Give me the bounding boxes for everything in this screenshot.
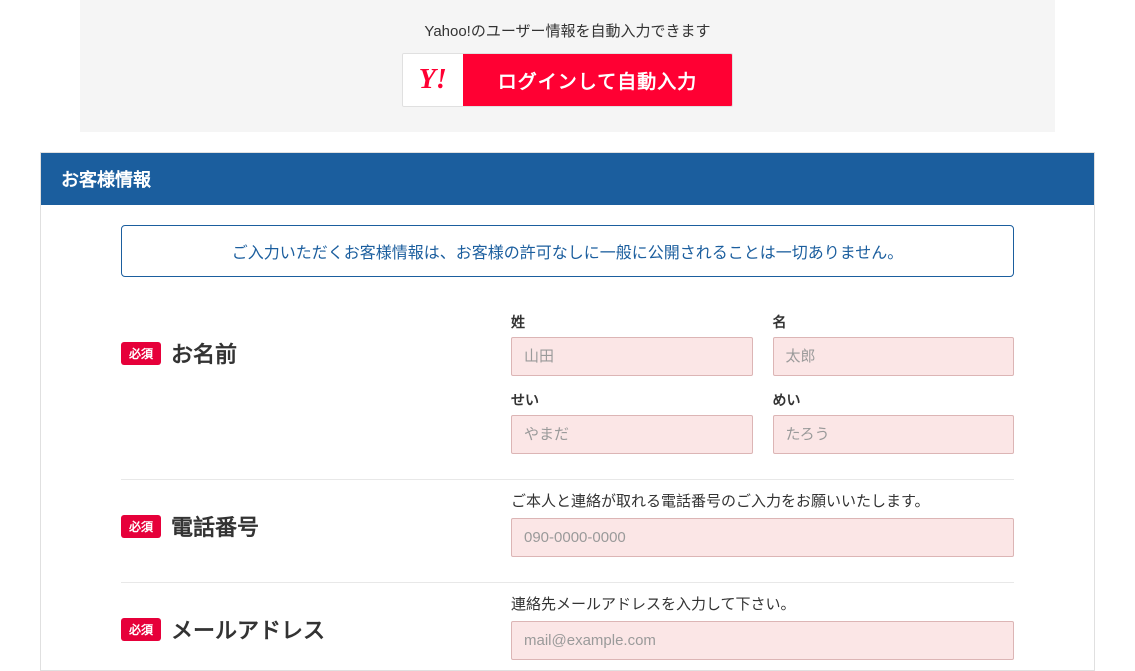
- first-kana-input[interactable]: [773, 415, 1015, 454]
- email-input-col: 連絡先メールアドレスを入力して下さい。: [511, 593, 1014, 660]
- last-kana-sublabel: せい: [511, 390, 753, 410]
- form-body: ご入力いただくお客様情報は、お客様の許可なしに一般に公開されることは一切ありませ…: [41, 205, 1094, 670]
- customer-info-form: お客様情報 ご入力いただくお客様情報は、お客様の許可なしに一般に公開されることは…: [40, 152, 1095, 671]
- required-badge: 必須: [121, 618, 161, 641]
- yahoo-logo-icon: Y!: [403, 54, 463, 106]
- phone-label-col: 必須 電話番号: [121, 490, 511, 542]
- email-label-col: 必須 メールアドレス: [121, 593, 511, 645]
- kanji-name-row: 姓 名: [511, 312, 1014, 376]
- required-badge: 必須: [121, 515, 161, 538]
- phone-label: 電話番号: [171, 510, 259, 542]
- name-label-col: 必須 お名前: [121, 312, 511, 369]
- name-row: 必須 お名前 姓 名 せい: [121, 302, 1014, 480]
- yahoo-button-wrapper: Y! ログインして自動入力: [402, 53, 733, 107]
- last-name-input[interactable]: [511, 337, 753, 376]
- first-kana-sublabel: めい: [773, 390, 1015, 410]
- phone-help-text: ご本人と連絡が取れる電話番号のご入力をお願いいたします。: [511, 490, 1014, 511]
- kana-name-row: せい めい: [511, 390, 1014, 454]
- first-kana-group: めい: [773, 390, 1015, 454]
- last-name-sublabel: 姓: [511, 312, 753, 332]
- phone-input[interactable]: [511, 518, 1014, 557]
- first-name-sublabel: 名: [773, 312, 1015, 332]
- email-label: メールアドレス: [171, 613, 325, 645]
- first-name-group: 名: [773, 312, 1015, 376]
- required-badge: 必須: [121, 342, 161, 365]
- form-header: お客様情報: [41, 153, 1094, 205]
- yahoo-login-button[interactable]: ログインして自動入力: [463, 54, 732, 106]
- name-input-col: 姓 名 せい めい: [511, 312, 1014, 454]
- email-help-text: 連絡先メールアドレスを入力して下さい。: [511, 593, 1014, 614]
- name-label: お名前: [171, 337, 237, 369]
- email-row: 必須 メールアドレス 連絡先メールアドレスを入力して下さい。: [121, 583, 1014, 670]
- email-input[interactable]: [511, 621, 1014, 660]
- privacy-notice: ご入力いただくお客様情報は、お客様の許可なしに一般に公開されることは一切ありませ…: [121, 225, 1014, 277]
- phone-row: 必須 電話番号 ご本人と連絡が取れる電話番号のご入力をお願いいたします。: [121, 480, 1014, 583]
- yahoo-info-text: Yahoo!のユーザー情報を自動入力できます: [80, 20, 1055, 41]
- phone-input-col: ご本人と連絡が取れる電話番号のご入力をお願いいたします。: [511, 490, 1014, 557]
- last-kana-group: せい: [511, 390, 753, 454]
- last-kana-input[interactable]: [511, 415, 753, 454]
- last-name-group: 姓: [511, 312, 753, 376]
- yahoo-autofill-section: Yahoo!のユーザー情報を自動入力できます Y! ログインして自動入力: [80, 0, 1055, 132]
- first-name-input[interactable]: [773, 337, 1015, 376]
